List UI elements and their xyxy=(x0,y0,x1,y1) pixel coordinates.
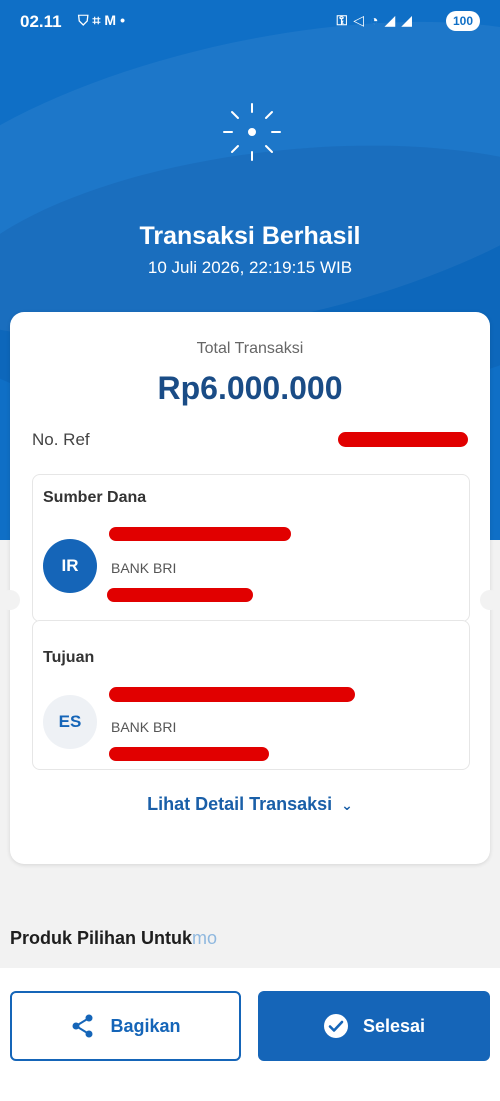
done-button[interactable]: Selesai xyxy=(258,991,490,1061)
signal-icon: ◢ xyxy=(401,12,418,28)
redaction-mark xyxy=(109,747,269,761)
wifi-icon: ◔ xyxy=(369,12,385,28)
check-circle-icon xyxy=(323,1013,349,1039)
chevron-down-icon: ⌄ xyxy=(341,797,353,813)
detail-link-label: Lihat Detail Transaksi xyxy=(147,794,333,814)
signal-icon: ◢ xyxy=(384,12,402,28)
bottom-action-bar: Bagikan Selesai xyxy=(0,968,500,1101)
card-notch xyxy=(0,590,20,610)
redaction-mark xyxy=(109,687,355,702)
source-title: Sumber Dana xyxy=(43,489,147,506)
redaction-mark xyxy=(338,432,468,447)
status-bar: 02.11 ⛉⌗M• ⚿◁◔◢◢ 100 xyxy=(0,0,500,44)
system-icons: ⚿◁◔◢◢ xyxy=(337,12,418,29)
total-amount: Rp6.000.000 xyxy=(157,370,343,406)
redaction-mark xyxy=(107,588,253,602)
source-bank: BANK BRI xyxy=(111,560,177,576)
mute-icon: ◁ xyxy=(353,12,370,28)
success-sparkle-icon xyxy=(223,103,281,161)
source-of-funds-box: Sumber Dana IR BANK BRI xyxy=(32,474,470,622)
status-time: 02.11 xyxy=(20,12,62,31)
share-icon xyxy=(70,1013,96,1039)
redaction-mark xyxy=(109,527,291,541)
products-title-main: Produk Pilihan Untuk xyxy=(10,928,193,948)
key-icon: ⚿ xyxy=(336,12,354,28)
card-notch xyxy=(480,590,500,610)
page-title: Transaksi Berhasil xyxy=(139,222,361,250)
avatar: IR xyxy=(43,539,97,593)
products-section-title: Produk Pilihan Untukmo xyxy=(10,928,217,949)
destination-bank: BANK BRI xyxy=(111,719,177,735)
receipt-card: Total Transaksi Rp6.000.000 No. Ref Sumb… xyxy=(0,312,500,864)
scan-icon: ⌗ xyxy=(92,12,105,28)
view-transaction-detail-link[interactable]: Lihat Detail Transaksi ⌄ xyxy=(10,794,490,815)
destination-title: Tujuan xyxy=(43,649,95,666)
total-label: Total Transaksi xyxy=(196,340,304,357)
products-title-tail: mo xyxy=(192,928,218,948)
destination-box: Tujuan ES BANK BRI xyxy=(32,620,470,770)
ref-label: No. Ref xyxy=(32,430,90,449)
share-button[interactable]: Bagikan xyxy=(10,991,241,1061)
share-button-label: Bagikan xyxy=(110,1015,181,1036)
shield-icon: ⛉ xyxy=(78,12,93,28)
mail-icon: M xyxy=(104,12,121,28)
notification-icons: ⛉⌗M• xyxy=(78,12,129,29)
done-button-label: Selesai xyxy=(362,1015,426,1036)
avatar: ES xyxy=(43,695,97,749)
dot-icon: • xyxy=(120,12,129,28)
transaction-datetime: 10 Juli 2026, 22:19:15 WIB xyxy=(147,258,353,277)
battery-icon: 100 xyxy=(446,11,480,31)
